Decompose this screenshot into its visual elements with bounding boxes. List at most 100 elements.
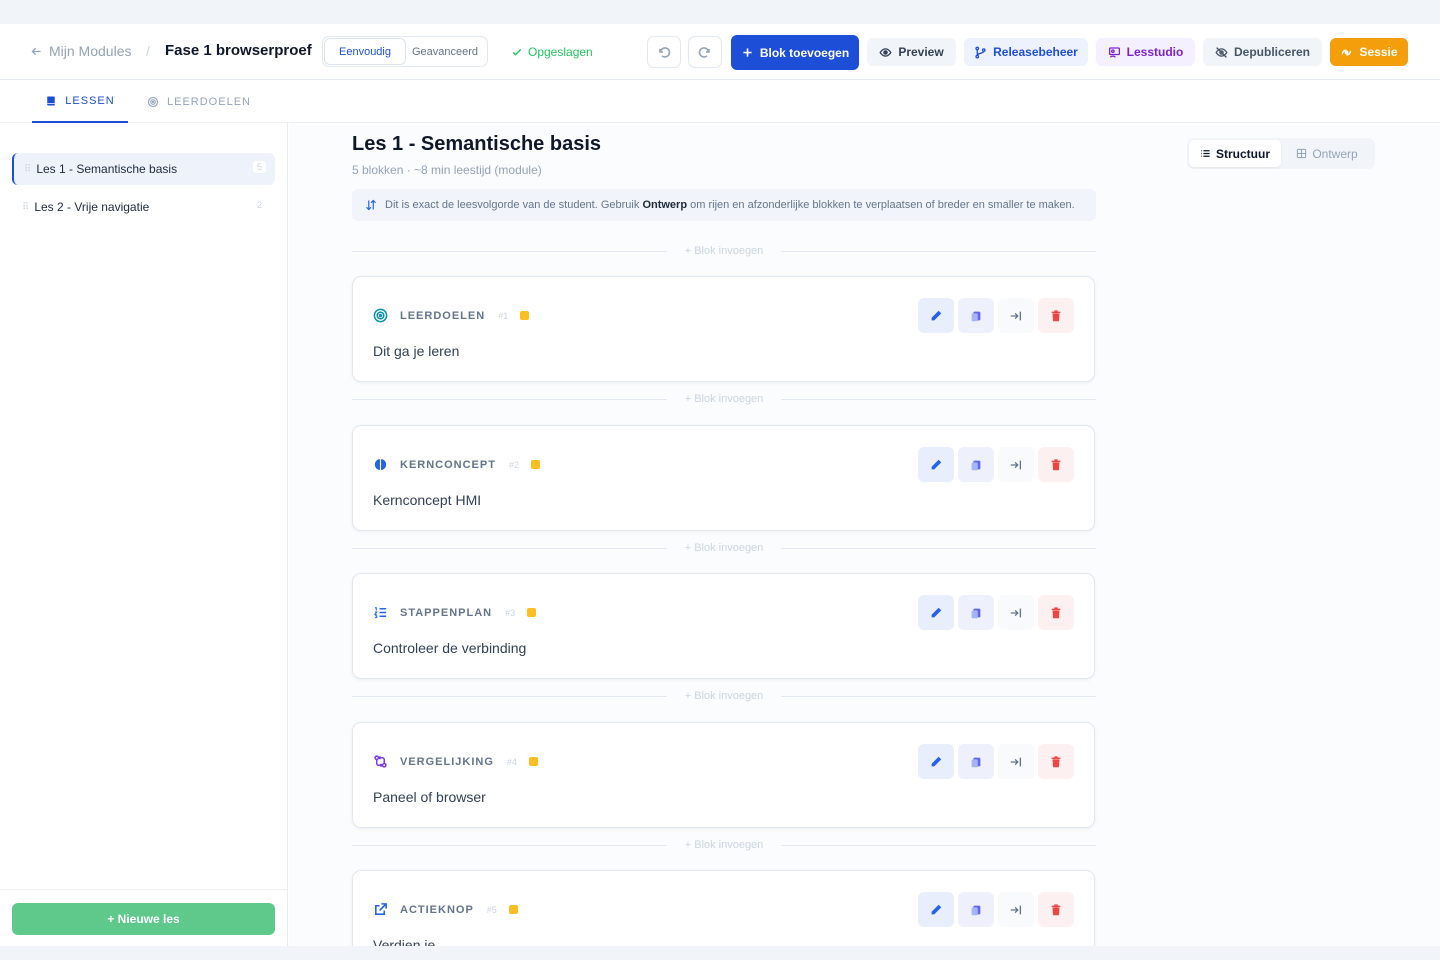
move-to-icon [1010, 460, 1022, 469]
content-block[interactable]: VERGELIJKING #4 Paneel of browser [352, 722, 1095, 828]
duplicate-block-button[interactable] [958, 298, 994, 333]
insert-block-row[interactable]: + Blok invoegen [352, 391, 1096, 407]
tab-lessen[interactable]: LESSEN [32, 80, 128, 123]
pencil-icon [931, 904, 942, 914]
drag-handle-icon[interactable]: ⠿ [22, 202, 29, 213]
pencil-icon [931, 607, 942, 617]
block-type: STAPPENPLAN [400, 606, 493, 619]
new-lesson-button[interactable]: + Nieuwe les [12, 903, 275, 935]
sort-arrows-icon [366, 199, 376, 211]
edit-block-button[interactable] [918, 595, 954, 630]
list-icon [1201, 150, 1210, 157]
insert-block-row[interactable]: + Blok invoegen [352, 540, 1096, 556]
content-block[interactable]: KERNCONCEPT #2 Kernconcept HMI [352, 425, 1095, 531]
block-text: Paneel of browser [373, 789, 486, 805]
move-to-icon [1010, 757, 1022, 766]
undo-button[interactable] [647, 36, 681, 68]
section-tabs: LESSEN LEERDOELEN [0, 80, 1440, 123]
book-icon [47, 96, 56, 105]
duplicate-block-button[interactable] [958, 447, 994, 482]
session-button[interactable]: Sessie [1330, 38, 1408, 66]
lesson-item-1[interactable]: ⠿ Les 1 - Semantische basis 5 [12, 153, 275, 185]
mode-simple-button[interactable]: Eenvoudig [325, 39, 405, 64]
view-design-button[interactable]: Ontwerp [1281, 140, 1373, 167]
block-number: #1 [498, 310, 509, 321]
target-icon [373, 308, 388, 323]
release-management-button[interactable]: Releasebeheer [964, 38, 1088, 66]
move-block-button[interactable] [998, 892, 1034, 927]
plus-icon [743, 48, 752, 57]
redo-button[interactable] [688, 36, 722, 68]
depublish-label: Depubliceren [1233, 45, 1311, 59]
lesson-studio-button[interactable]: Lesstudio [1096, 38, 1195, 66]
duplicate-block-button[interactable] [958, 892, 994, 927]
delete-block-button[interactable] [1038, 744, 1074, 779]
content-block[interactable]: STAPPENPLAN #3 Controleer de verbinding [352, 573, 1095, 679]
edit-block-button[interactable] [918, 298, 954, 333]
content-block[interactable]: ACTIEKNOP #5 Verdien je [352, 870, 1095, 946]
block-number: #4 [506, 756, 517, 767]
move-block-button[interactable] [998, 595, 1034, 630]
add-block-button[interactable]: Blok toevoegen [731, 35, 859, 70]
top-bar: Mijn Modules / Fase 1 browserproef Eenvo… [0, 24, 1440, 80]
grid-icon [1297, 148, 1307, 159]
block-text: Controleer de verbinding [373, 640, 527, 656]
insert-block-row[interactable]: + Blok invoegen [352, 837, 1096, 853]
note-indicator-icon [528, 757, 538, 766]
arrow-left-icon [31, 47, 41, 55]
redo-icon [698, 47, 710, 58]
block-type: KERNCONCEPT [400, 458, 496, 471]
insert-block-label: + Blok invoegen [684, 245, 764, 257]
insert-block-label: + Blok invoegen [684, 839, 764, 851]
studio-label: Lesstudio [1126, 45, 1184, 59]
view-structure-button[interactable]: Structuur [1189, 140, 1281, 167]
edit-block-button[interactable] [918, 744, 954, 779]
block-type: VERGELIJKING [400, 755, 494, 768]
move-block-button[interactable] [998, 298, 1034, 333]
app-window: Mijn Modules / Fase 1 browserproef Eenvo… [0, 24, 1440, 946]
back-to-modules-link[interactable]: Mijn Modules [30, 43, 131, 59]
pencil-icon [931, 310, 942, 320]
module-title: Fase 1 browserproef [165, 42, 312, 59]
pencil-icon [931, 756, 942, 766]
mode-advanced-button[interactable]: Geavanceerd [405, 39, 485, 64]
release-label: Releasebeheer [993, 45, 1078, 59]
editor-mode-toggle: Eenvoudig Geavanceerd [322, 36, 488, 67]
trash-icon [1051, 458, 1061, 470]
check-icon [512, 48, 522, 56]
block-actions [918, 892, 1074, 927]
compare-icon [373, 754, 388, 769]
insert-block-label: + Blok invoegen [684, 393, 764, 405]
trash-icon [1051, 606, 1061, 618]
duplicate-block-button[interactable] [958, 595, 994, 630]
preview-button[interactable]: Preview [867, 38, 956, 66]
move-block-button[interactable] [998, 447, 1034, 482]
block-text: Dit ga je leren [373, 343, 460, 359]
delete-block-button[interactable] [1038, 298, 1074, 333]
lesson-editor: Les 1 - Semantische basis 5 blokken · ~8… [289, 123, 1440, 946]
delete-block-button[interactable] [1038, 892, 1074, 927]
depublish-button[interactable]: Depubliceren [1203, 38, 1322, 66]
drag-handle-icon[interactable]: ⠿ [24, 164, 31, 175]
edit-block-button[interactable] [918, 447, 954, 482]
tab-lessen-label: LESSEN [65, 94, 115, 107]
note-indicator-icon [520, 311, 530, 320]
lesson-item-2[interactable]: ⠿ Les 2 - Vrije navigatie 2 [12, 191, 275, 223]
tab-leerdoelen[interactable]: LEERDOELEN [147, 80, 251, 123]
block-type: ACTIEKNOP [400, 903, 474, 916]
breadcrumb-separator: / [146, 43, 150, 59]
insert-block-row[interactable]: + Blok invoegen [352, 688, 1096, 704]
duplicate-block-button[interactable] [958, 744, 994, 779]
move-block-button[interactable] [998, 744, 1034, 779]
block-header: KERNCONCEPT #2 [373, 457, 540, 472]
content-block[interactable]: LEERDOELEN #1 Dit ga je leren [352, 276, 1095, 382]
copy-icon [971, 311, 981, 321]
delete-block-button[interactable] [1038, 595, 1074, 630]
tab-leerdoelen-label: LEERDOELEN [167, 95, 251, 108]
insert-block-row[interactable]: + Blok invoegen [352, 243, 1096, 259]
delete-block-button[interactable] [1038, 447, 1074, 482]
block-text: Kernconcept HMI [373, 492, 482, 508]
note-indicator-icon [508, 905, 518, 914]
presentation-icon [1108, 46, 1120, 58]
edit-block-button[interactable] [918, 892, 954, 927]
